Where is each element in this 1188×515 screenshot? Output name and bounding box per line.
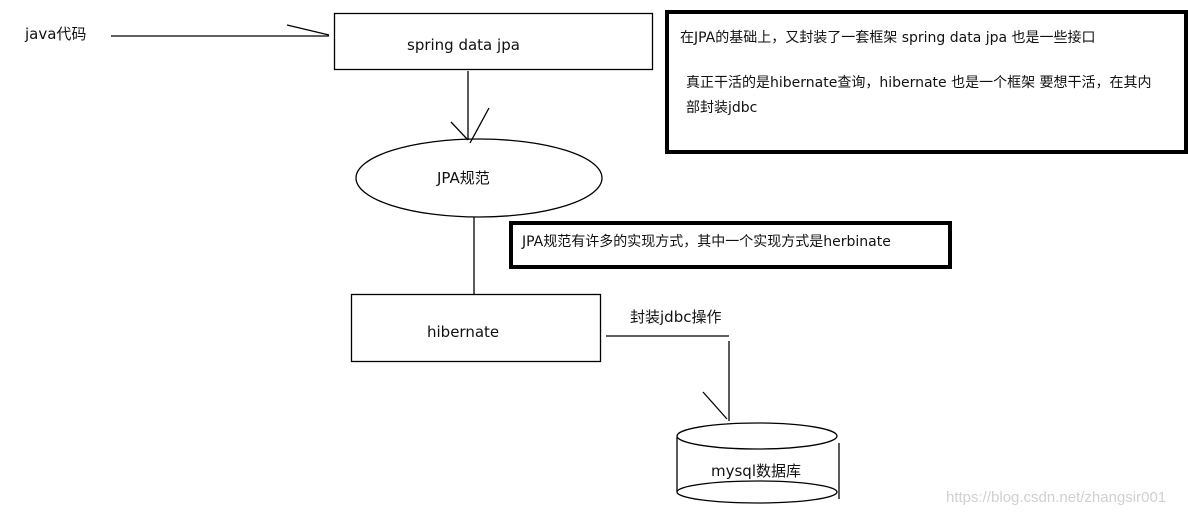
note-top-right-line1: 在JPA的基础上，又封装了一套框架 spring data jpa 也是一些接口 xyxy=(680,30,1096,46)
note-middle-line1: JPA规范有许多的实现方式，其中一个实现方式是herbinate xyxy=(522,234,891,250)
hibernate-label: hibernate xyxy=(427,323,500,341)
arrowhead-java-to-spring xyxy=(286,24,330,36)
spring-data-jpa-label: spring data jpa xyxy=(407,36,520,54)
note-top-right-line2: 真正干活的是hibernate查询，hibernate 也是一个框架 要想干活，… xyxy=(686,75,1152,91)
watermark: https://blog.csdn.net/zhangsir001 xyxy=(946,489,1167,506)
java-code-label: java代码 xyxy=(25,25,87,43)
note-middle: JPA规范有许多的实现方式，其中一个实现方式是herbinate xyxy=(509,221,952,269)
mysql-label: mysql数据库 xyxy=(711,462,801,480)
arrowhead-left-spring-to-jpa xyxy=(450,121,469,141)
jpa-spec-label: JPA规范 xyxy=(437,169,490,187)
note-top-right: 在JPA的基础上，又封装了一套框架 spring data jpa 也是一些接口… xyxy=(665,10,1188,154)
jdbc-edge-label: 封装jdbc操作 xyxy=(630,308,722,326)
arrowhead-hibernate-to-mysql xyxy=(702,391,728,420)
note-top-right-line3: 部封装jdbc xyxy=(686,100,758,116)
arrowhead-right-spring-to-jpa xyxy=(469,107,490,144)
